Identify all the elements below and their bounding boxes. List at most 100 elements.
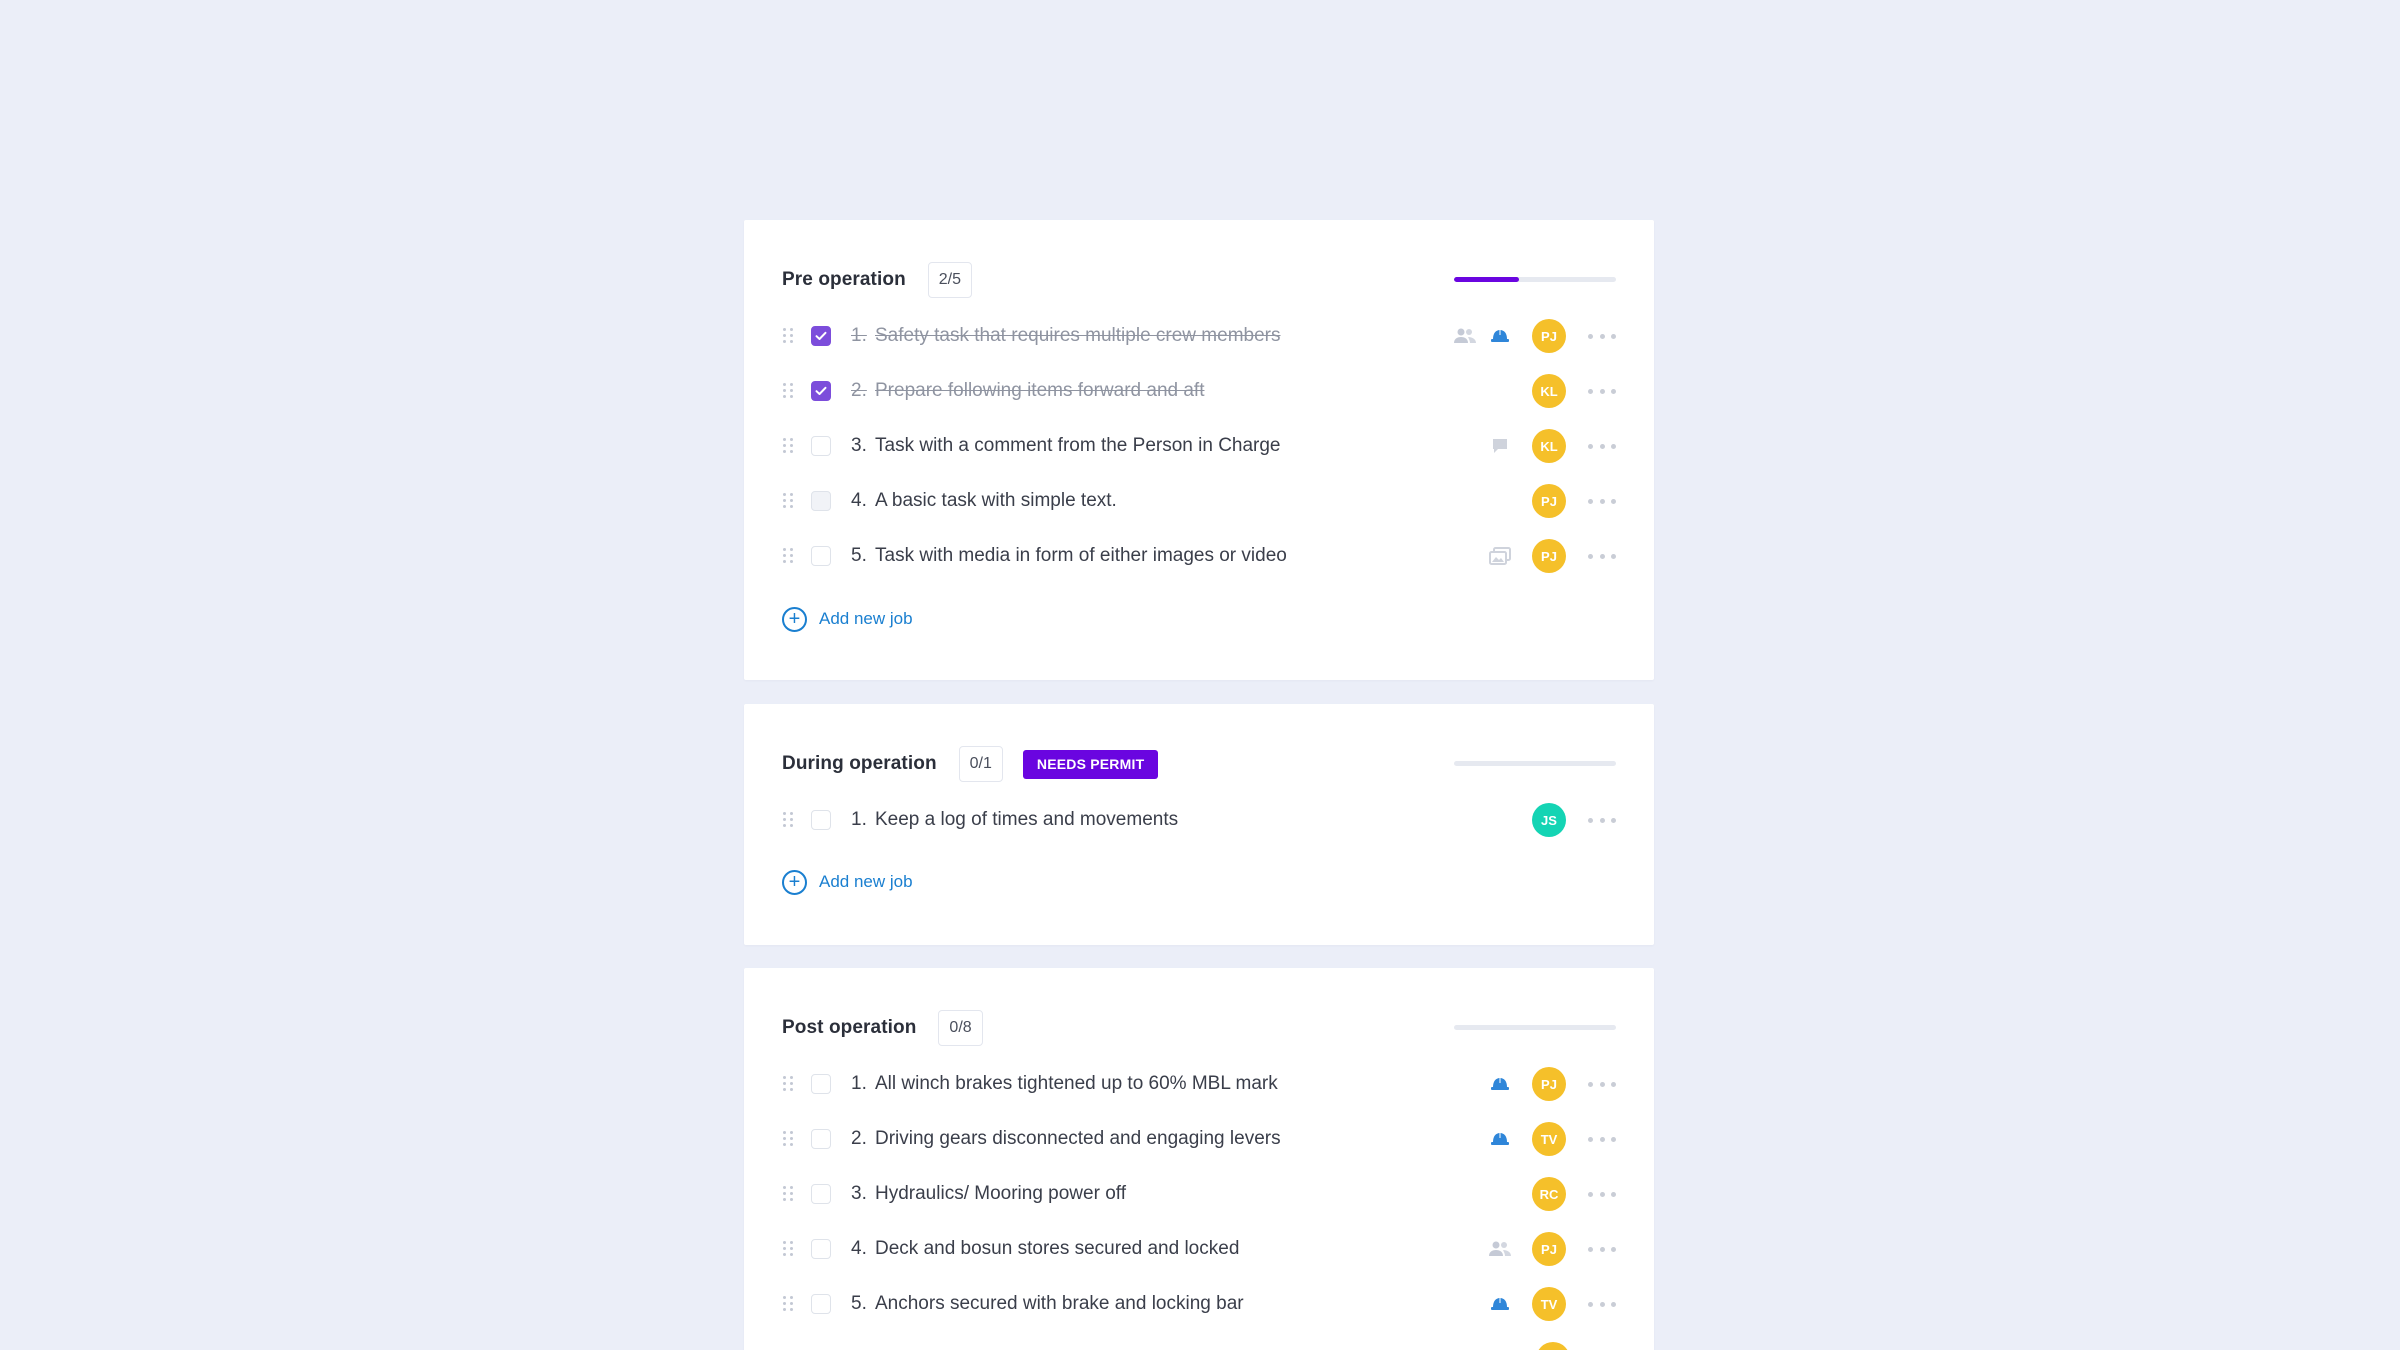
add-new-job-button[interactable]: + Add new job (782, 604, 913, 634)
task-number: 1. (851, 1073, 867, 1094)
more-options-icon[interactable] (1588, 1301, 1616, 1307)
task-text[interactable]: A basic task with simple text. (875, 490, 1117, 512)
task-number: 4. (851, 1238, 867, 1259)
task-checkbox[interactable] (811, 491, 831, 511)
task-checkbox[interactable] (811, 436, 831, 456)
task-row[interactable]: 2. Prepare following items forward and a… (782, 371, 1616, 411)
task-text[interactable]: Anchors secured with brake and locking b… (875, 1293, 1244, 1315)
assignee-avatar[interactable]: TV (1532, 1287, 1566, 1321)
task-row[interactable]: 5. Task with media in form of either ima… (782, 536, 1616, 576)
task-count-badge: 0/8 (938, 1010, 983, 1046)
task-text[interactable]: Driving gears disconnected and engaging … (875, 1128, 1281, 1150)
task-meta: KL (1453, 374, 1616, 408)
task-meta: TV (1453, 1122, 1616, 1156)
crew-icon (1454, 328, 1476, 343)
section-progress-bar (1454, 1025, 1616, 1030)
drag-handle-icon[interactable] (783, 328, 793, 344)
drag-handle-icon[interactable] (783, 1131, 793, 1147)
task-checkbox[interactable] (811, 1129, 831, 1149)
section-title: Pre operation (782, 269, 906, 290)
assignee-avatar[interactable]: JS (1532, 803, 1566, 837)
task-row[interactable]: 5. Anchors secured with brake and lockin… (782, 1284, 1616, 1324)
assignee-avatar[interactable]: PJ (1532, 319, 1566, 353)
more-options-icon[interactable] (1588, 498, 1616, 504)
task-meta: PJ (1453, 484, 1616, 518)
needs-permit-badge: NEEDS PERMIT (1022, 749, 1159, 779)
assignee-avatar[interactable]: PJ (1532, 1067, 1566, 1101)
task-row[interactable]: 4. Deck and bosun stores secured and loc… (782, 1229, 1616, 1269)
more-options-icon[interactable] (1588, 1081, 1616, 1087)
task-checkbox[interactable] (811, 381, 831, 401)
task-checkbox[interactable] (811, 1184, 831, 1204)
section-title: Post operation (782, 1017, 917, 1038)
more-options-icon[interactable] (1588, 1246, 1616, 1252)
task-meta: PJ (1453, 539, 1616, 573)
assignee-avatar[interactable] (1536, 1342, 1570, 1350)
comment-icon[interactable] (1491, 437, 1509, 455)
drag-handle-icon[interactable] (783, 1186, 793, 1202)
task-checkbox[interactable] (811, 326, 831, 346)
task-text[interactable]: Prepare following items forward and aft (875, 380, 1205, 402)
task-text[interactable]: Keep a log of times and movements (875, 809, 1178, 831)
hardhat-icon (1491, 1077, 1509, 1090)
more-options-icon[interactable] (1588, 817, 1616, 823)
task-text[interactable]: Hydraulics/ Mooring power off (875, 1183, 1126, 1205)
assignee-avatar[interactable]: KL (1532, 429, 1566, 463)
task-meta: PJ (1453, 1232, 1616, 1266)
more-options-icon[interactable] (1588, 1136, 1616, 1142)
add-new-job-label: Add new job (819, 872, 913, 891)
more-options-icon[interactable] (1588, 1191, 1616, 1197)
media-icon[interactable] (1489, 547, 1511, 565)
task-number: 5. (851, 1293, 867, 1314)
assignee-avatar[interactable]: RC (1532, 1177, 1566, 1211)
task-text[interactable]: Task with a comment from the Person in C… (875, 435, 1281, 457)
drag-handle-icon[interactable] (783, 1076, 793, 1092)
assignee-avatar[interactable]: TV (1532, 1122, 1566, 1156)
task-row[interactable]: 1. Safety task that requires multiple cr… (782, 316, 1616, 356)
task-text[interactable]: Deck and bosun stores secured and locked (875, 1238, 1239, 1260)
section-card-during-operation: During operation 0/1 NEEDS PERMIT 1. Kee… (744, 704, 1654, 945)
section-header: During operation 0/1 NEEDS PERMIT (782, 744, 1616, 784)
add-new-job-label: Add new job (819, 609, 913, 628)
drag-handle-icon[interactable] (783, 548, 793, 564)
assignee-avatar[interactable]: PJ (1532, 539, 1566, 573)
drag-handle-icon[interactable] (783, 812, 793, 828)
task-text[interactable]: All winch brakes tightened up to 60% MBL… (875, 1073, 1278, 1095)
drag-handle-icon[interactable] (783, 383, 793, 399)
assignee-avatar[interactable]: KL (1532, 374, 1566, 408)
plus-circle-icon: + (782, 869, 807, 895)
task-meta: PJ (1453, 319, 1616, 353)
task-row[interactable]: 3. Hydraulics/ Mooring power off RC (782, 1174, 1616, 1214)
task-text[interactable]: Task with media in form of either images… (875, 545, 1287, 567)
section-header: Pre operation 2/5 (782, 260, 1616, 300)
task-row[interactable]: 3. Task with a comment from the Person i… (782, 426, 1616, 466)
task-checkbox[interactable] (811, 546, 831, 566)
drag-handle-icon[interactable] (783, 493, 793, 509)
drag-handle-icon[interactable] (783, 1241, 793, 1257)
more-options-icon[interactable] (1588, 553, 1616, 559)
task-checkbox[interactable] (811, 1294, 831, 1314)
drag-handle-icon[interactable] (783, 438, 793, 454)
assignee-avatar[interactable]: PJ (1532, 1232, 1566, 1266)
drag-handle-icon[interactable] (783, 1296, 793, 1312)
more-options-icon[interactable] (1588, 443, 1616, 449)
task-checkbox[interactable] (811, 810, 831, 830)
add-new-job-button[interactable]: + Add new job (782, 867, 913, 897)
task-row[interactable]: 1. Keep a log of times and movements JS (782, 800, 1616, 840)
task-checkbox[interactable] (811, 1074, 831, 1094)
task-row[interactable]: 2. Driving gears disconnected and engagi… (782, 1119, 1616, 1159)
assignee-avatar[interactable]: PJ (1532, 484, 1566, 518)
task-number: 1. (851, 809, 867, 830)
more-options-icon[interactable] (1588, 333, 1616, 339)
task-checkbox[interactable] (811, 1239, 831, 1259)
task-text[interactable]: Safety task that requires multiple crew … (875, 325, 1281, 347)
section-card-pre-operation: Pre operation 2/5 1. Safety task that re… (744, 220, 1654, 680)
task-row[interactable]: 1. All winch brakes tightened up to 60% … (782, 1064, 1616, 1104)
task-row[interactable]: 4. A basic task with simple text. PJ (782, 481, 1616, 521)
task-count-badge: 0/1 (958, 746, 1003, 782)
hardhat-icon (1491, 329, 1509, 342)
more-options-icon[interactable] (1588, 388, 1616, 394)
section-progress-bar (1454, 277, 1616, 282)
hardhat-icon (1491, 1132, 1509, 1145)
task-meta: TV (1453, 1287, 1616, 1321)
